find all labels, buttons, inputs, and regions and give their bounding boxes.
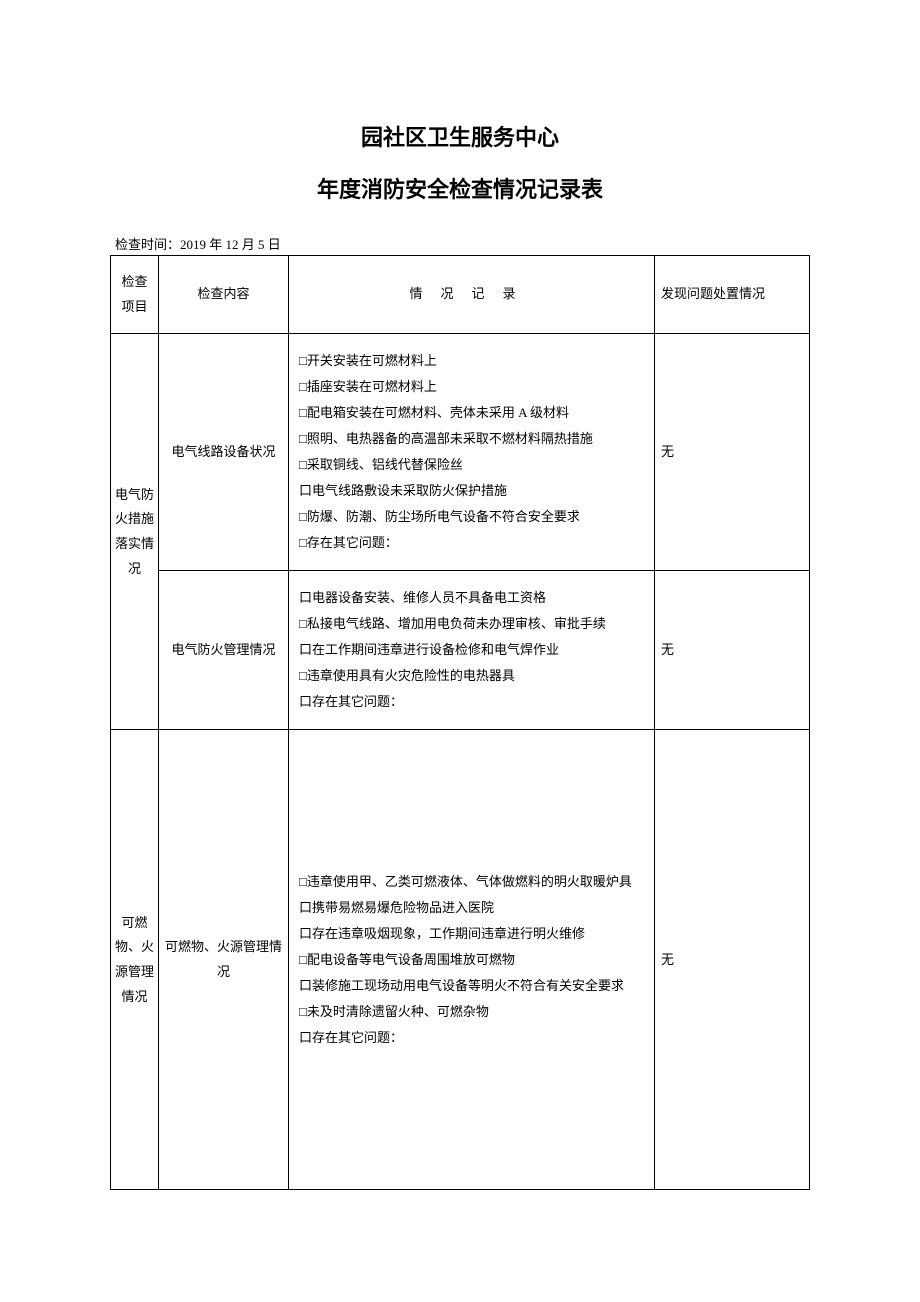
record-item: 口存在其它问题： [299,1025,644,1051]
record-item: 口电气线路敷设未采取防火保护措施 [299,478,644,504]
header-content: 检查内容 [159,256,289,334]
table-row: 可燃物、火源管理情况 可燃物、火源管理情况 □违章使用甲、乙类可燃液体、气体做燃… [111,730,810,1190]
record-cell: □开关安装在可燃材料上 □插座安装在可燃材料上 □配电箱安装在可燃材料、壳体未采… [289,334,655,571]
category-cell: 可燃物、火源管理情况 [111,730,159,1190]
record-item: □防爆、防潮、防尘场所电气设备不符合安全要求 [299,504,644,530]
page-title: 园社区卫生服务中心 [110,120,810,152]
date-label: 检查时间： [115,237,180,252]
record-item: □违章使用具有火灾危险性的电热器具 [299,663,644,689]
category-cell: 电气防火措施落实情况 [111,334,159,730]
record-item: 口存在其它问题： [299,689,644,715]
record-item: □存在其它问题： [299,530,644,556]
record-item: □开关安装在可燃材料上 [299,348,644,374]
header-category: 检查项目 [111,256,159,334]
record-item: 口装修施工现场动用电气设备等明火不符合有关安全要求 [299,973,644,999]
header-record-text: 情况记录 [409,286,533,301]
record-item: 口存在违章吸烟现象，工作期间违章进行明火维修 [299,921,644,947]
record-item: □照明、电热器备的高温部未采取不燃材料隔热措施 [299,426,644,452]
record-item: 口携带易燃易爆危险物品进入医院 [299,895,644,921]
header-result: 发现问题处置情况 [655,256,810,334]
record-item: □配电设备等电气设备周围堆放可燃物 [299,947,644,973]
content-cell: 电气线路设备状况 [159,334,289,571]
page-subtitle: 年度消防安全检查情况记录表 [110,172,810,204]
record-item: □未及时清除遗留火种、可燃杂物 [299,999,644,1025]
record-item: □配电箱安装在可燃材料、壳体未采用 A 级材料 [299,400,644,426]
table-row: 电气防火措施落实情况 电气线路设备状况 □开关安装在可燃材料上 □插座安装在可燃… [111,334,810,571]
record-item: □插座安装在可燃材料上 [299,374,644,400]
record-item: □违章使用甲、乙类可燃液体、气体做燃料的明火取暖炉具 [299,869,644,895]
result-cell: 无 [655,334,810,571]
header-record: 情况记录 [289,256,655,334]
result-cell: 无 [655,730,810,1190]
record-cell: 口电器设备安装、维修人员不具备电工资格 □私接电气线路、增加用电负荷未办理审核、… [289,571,655,730]
content-cell: 可燃物、火源管理情况 [159,730,289,1190]
record-cell: □违章使用甲、乙类可燃液体、气体做燃料的明火取暖炉具 口携带易燃易爆危险物品进入… [289,730,655,1190]
table-row: 电气防火管理情况 口电器设备安装、维修人员不具备电工资格 □私接电气线路、增加用… [111,571,810,730]
result-cell: 无 [655,571,810,730]
record-item: □私接电气线路、增加用电负荷未办理审核、审批手续 [299,611,644,637]
inspection-table: 检查项目 检查内容 情况记录 发现问题处置情况 电气防火措施落实情况 电气线路设… [110,255,810,1190]
record-item: 口电器设备安装、维修人员不具备电工资格 [299,585,644,611]
record-item: 口在工作期间违章进行设备检修和电气焊作业 [299,637,644,663]
date-value: 2019 年 12 月 5 日 [180,237,281,252]
record-item: □采取铜线、铝线代替保险丝 [299,452,644,478]
table-header-row: 检查项目 检查内容 情况记录 发现问题处置情况 [111,256,810,334]
content-cell: 电气防火管理情况 [159,571,289,730]
inspection-date: 检查时间：2019 年 12 月 5 日 [110,234,810,253]
